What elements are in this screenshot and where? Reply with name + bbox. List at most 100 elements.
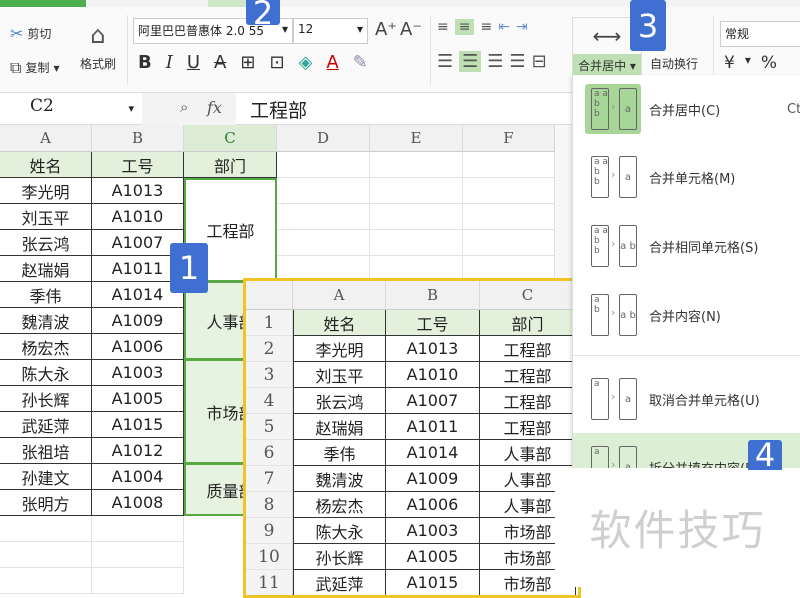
- employee-name-cell[interactable]: 张祖培: [0, 438, 92, 464]
- formula-input[interactable]: 工程部: [250, 96, 307, 123]
- header-cell[interactable]: 工号: [386, 310, 480, 336]
- row-header[interactable]: 8: [246, 492, 293, 518]
- employee-id-cell[interactable]: A1010: [92, 204, 184, 230]
- employee-name-cell[interactable]: 孙长辉: [0, 386, 92, 412]
- employee-id-cell[interactable]: A1012: [92, 438, 184, 464]
- copy-button[interactable]: ⧉ 复制 ▾: [10, 59, 59, 76]
- employee-name-cell[interactable]: 季伟: [0, 282, 92, 308]
- bold-icon[interactable]: B: [138, 52, 152, 73]
- employee-name-cell[interactable]: 武延萍: [0, 412, 92, 438]
- employee-name-cell[interactable]: 魏清波: [0, 308, 92, 334]
- column-header-A[interactable]: A: [0, 125, 92, 152]
- row-header[interactable]: 7: [246, 466, 293, 492]
- empty-cell[interactable]: [370, 152, 463, 178]
- wrap-text-button[interactable]: 自动换行: [650, 55, 698, 72]
- empty-cell[interactable]: [277, 230, 370, 256]
- align-middle-icon[interactable]: ≡: [454, 19, 475, 35]
- empty-cell[interactable]: [277, 204, 370, 230]
- empty-cell[interactable]: [92, 542, 184, 568]
- fill-color-icon[interactable]: ◈: [299, 52, 313, 73]
- empty-cell[interactable]: [277, 178, 370, 204]
- select-all-corner[interactable]: [246, 281, 293, 310]
- font-size-select[interactable]: 12 ▾: [293, 18, 368, 44]
- data-cell[interactable]: A1006: [386, 492, 480, 518]
- data-cell[interactable]: A1014: [386, 440, 480, 466]
- align-bottom-icon[interactable]: ≡: [480, 19, 492, 35]
- empty-cell[interactable]: [0, 542, 92, 568]
- data-cell[interactable]: A1011: [386, 414, 480, 440]
- data-cell[interactable]: 陈大永: [293, 518, 386, 544]
- currency-button[interactable]: ¥: [724, 53, 735, 73]
- row-header[interactable]: 2: [246, 336, 293, 362]
- data-cell[interactable]: A1010: [386, 362, 480, 388]
- employee-id-cell[interactable]: A1004: [92, 464, 184, 490]
- employee-name-cell[interactable]: 陈大永: [0, 360, 92, 386]
- header-cell[interactable]: 部门: [480, 310, 576, 336]
- data-cell[interactable]: A1009: [386, 466, 480, 492]
- justify-icon[interactable]: ☰: [509, 51, 525, 72]
- format-painter-button[interactable]: ⌂ 格式刷: [76, 21, 120, 72]
- name-box[interactable]: C2 ▾: [0, 96, 140, 122]
- data-cell[interactable]: A1013: [386, 336, 480, 362]
- number-format-select[interactable]: 常规: [720, 21, 800, 47]
- row-header[interactable]: 9: [246, 518, 293, 544]
- data-cell[interactable]: A1007: [386, 388, 480, 414]
- align-left-icon[interactable]: ☰: [437, 51, 453, 72]
- row-header[interactable]: 11: [246, 570, 293, 595]
- menu-item-merge-center[interactable]: a a b b › a 合并居中(C) Ct: [573, 75, 800, 143]
- employee-name-cell[interactable]: 杨宏杰: [0, 334, 92, 360]
- empty-cell[interactable]: [0, 516, 92, 542]
- row-header[interactable]: 3: [246, 362, 293, 388]
- menu-item-unmerge[interactable]: a › a 取消合并单元格(U): [573, 365, 800, 433]
- empty-cell[interactable]: [277, 152, 370, 178]
- data-cell[interactable]: 人事部: [480, 440, 576, 466]
- data-cell[interactable]: 赵瑞娟: [293, 414, 386, 440]
- row-header[interactable]: 4: [246, 388, 293, 414]
- clear-format-icon[interactable]: ✎: [353, 52, 368, 73]
- header-cell[interactable]: 部门: [184, 152, 277, 178]
- distributed-icon[interactable]: ⊟: [532, 51, 547, 72]
- employee-id-cell[interactable]: A1006: [92, 334, 184, 360]
- data-cell[interactable]: 工程部: [480, 414, 576, 440]
- indent-decrease-icon[interactable]: ⇤: [498, 19, 510, 35]
- employee-name-cell[interactable]: 李光明: [0, 178, 92, 204]
- data-cell[interactable]: 工程部: [480, 388, 576, 414]
- data-cell[interactable]: 工程部: [480, 336, 576, 362]
- employee-id-cell[interactable]: A1013: [92, 178, 184, 204]
- border-icon[interactable]: ⊞: [240, 52, 255, 73]
- row-header[interactable]: 10: [246, 544, 293, 570]
- align-center-icon[interactable]: ☰: [459, 51, 482, 72]
- employee-id-cell[interactable]: A1008: [92, 490, 184, 516]
- menu-item-merge-content[interactable]: a b › a b 合并内容(N): [573, 281, 800, 349]
- cut-button[interactable]: ✂ 剪切: [10, 25, 51, 42]
- employee-id-cell[interactable]: A1009: [92, 308, 184, 334]
- underline-icon[interactable]: U: [187, 52, 200, 73]
- align-top-icon[interactable]: ≡: [437, 19, 449, 35]
- header-cell[interactable]: 姓名: [293, 310, 386, 336]
- column-header-B[interactable]: B: [92, 125, 184, 152]
- column-header-F[interactable]: F: [463, 125, 555, 152]
- employee-id-cell[interactable]: A1003: [92, 360, 184, 386]
- column-header-C[interactable]: C: [184, 125, 277, 152]
- header-cell[interactable]: 工号: [92, 152, 184, 178]
- increase-font-icon[interactable]: A⁺: [375, 21, 397, 39]
- employee-name-cell[interactable]: 孙建文: [0, 464, 92, 490]
- data-cell[interactable]: 魏清波: [293, 466, 386, 492]
- employee-id-cell[interactable]: A1005: [92, 386, 184, 412]
- menu-item-merge-same[interactable]: a a b b › a b 合并相同单元格(S): [573, 212, 800, 280]
- empty-cell[interactable]: [463, 230, 555, 256]
- column-header-C[interactable]: C: [480, 281, 576, 310]
- data-cell[interactable]: A1015: [386, 570, 480, 595]
- data-cell[interactable]: 孙长辉: [293, 544, 386, 570]
- data-cell[interactable]: 工程部: [480, 362, 576, 388]
- percent-button[interactable]: %: [761, 53, 777, 73]
- empty-cell[interactable]: [0, 568, 92, 594]
- column-header-B[interactable]: B: [386, 281, 480, 310]
- empty-cell[interactable]: [463, 178, 555, 204]
- data-cell[interactable]: 季伟: [293, 440, 386, 466]
- row-header[interactable]: 6: [246, 440, 293, 466]
- empty-cell[interactable]: [463, 204, 555, 230]
- header-cell[interactable]: 姓名: [0, 152, 92, 178]
- strikethrough-icon[interactable]: A: [214, 52, 226, 73]
- font-color-icon[interactable]: A: [326, 52, 338, 73]
